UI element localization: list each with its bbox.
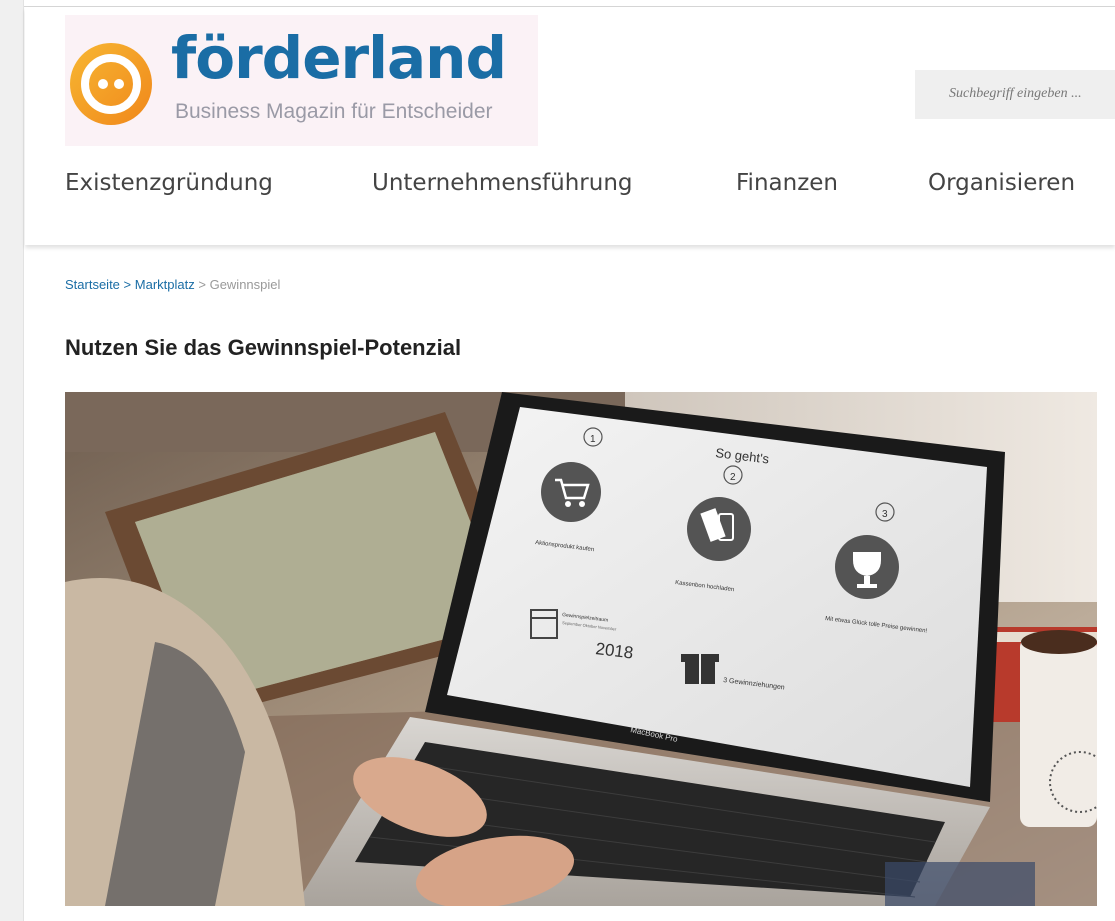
nav-item-unternehmensfuehrung[interactable]: Unternehmensführung — [372, 170, 633, 196]
hero-photo: So geht's 1 Aktionsprodukt kaufen 2 Kass… — [65, 392, 1097, 906]
site-logo[interactable]: förderland Business Magazin für Entschei… — [65, 15, 538, 146]
breadcrumb: Startseite > Marktplatz > Gewinnspiel — [65, 277, 280, 292]
breadcrumb-section-link[interactable]: Marktplatz — [135, 277, 195, 292]
breadcrumb-current: Gewinnspiel — [209, 277, 281, 292]
breadcrumb-separator: > — [198, 277, 206, 292]
breadcrumb-home-link[interactable]: Startseite — [65, 277, 120, 292]
cart-icon — [541, 462, 601, 522]
search-input[interactable]: Suchbegriff eingeben ... — [915, 70, 1115, 119]
nav-item-organisieren[interactable]: Organisieren — [928, 170, 1075, 196]
logo-face-icon — [70, 43, 152, 125]
step-1-number: 1 — [590, 434, 596, 445]
hero-image: So geht's 1 Aktionsprodukt kaufen 2 Kass… — [65, 392, 1097, 906]
breadcrumb-separator: > — [123, 277, 132, 292]
page-title: Nutzen Sie das Gewinnspiel-Potenzial — [65, 335, 462, 360]
nav-item-existenzgruendung[interactable]: Existenzgründung — [65, 170, 273, 196]
nav-item-finanzen[interactable]: Finanzen — [736, 170, 838, 196]
logo-wordmark: förderland — [171, 24, 507, 92]
step-3-number: 3 — [882, 509, 888, 520]
step-2-number: 2 — [730, 472, 736, 483]
logo-tagline: Business Magazin für Entscheider — [175, 100, 493, 123]
left-rail — [0, 0, 24, 921]
site-header: förderland Business Magazin für Entschei… — [25, 7, 1115, 245]
main-nav: Existenzgründung Unternehmensführung Fin… — [25, 170, 1115, 210]
